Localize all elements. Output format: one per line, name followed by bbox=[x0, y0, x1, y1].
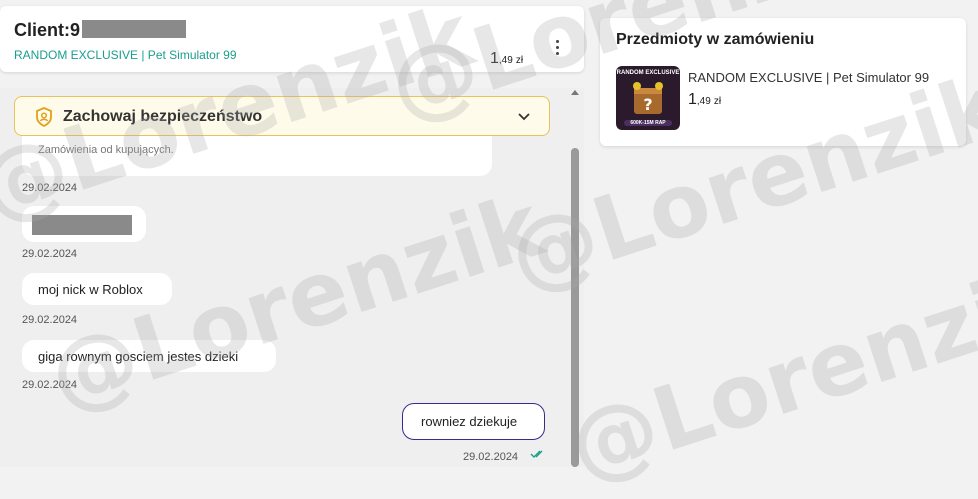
double-check-icon bbox=[530, 450, 543, 458]
message-bubble bbox=[22, 206, 146, 242]
kebab-menu-icon[interactable] bbox=[552, 38, 562, 60]
watermark: @Lorenzik bbox=[556, 243, 978, 499]
message-date: 29.02.2024 bbox=[22, 248, 78, 260]
order-title: Przedmioty w zamówieniu bbox=[616, 31, 815, 48]
client-title: Client:9 bbox=[14, 20, 187, 41]
client-price: 1,49 zł bbox=[490, 50, 524, 67]
redacted-message bbox=[32, 215, 132, 235]
message-date: 29.02.2024 bbox=[463, 451, 519, 463]
redacted-client-name bbox=[82, 20, 187, 39]
message-date: 29.02.2024 bbox=[22, 182, 78, 194]
chevron-down-icon[interactable] bbox=[517, 109, 531, 123]
chat-scrollbar[interactable] bbox=[568, 88, 582, 467]
system-message: Zamówienia od kupujących. bbox=[22, 136, 492, 176]
thumbnail-badge: 600K-15M RAP bbox=[624, 120, 672, 126]
chat-panel: Zamówienia od kupujących. Zachowaj bezpi… bbox=[0, 88, 584, 467]
product-thumbnail[interactable]: RANDOM EXCLUSIVE ? 600K-15M RAP bbox=[616, 66, 680, 130]
sent-message-bubble: rowniez dziekuje bbox=[402, 403, 545, 440]
mystery-box-icon: ? bbox=[633, 82, 663, 114]
svg-text:?: ? bbox=[643, 95, 652, 114]
order-item-price: 1,49 zł bbox=[688, 91, 722, 108]
thumbnail-caption: RANDOM EXCLUSIVE bbox=[616, 70, 680, 76]
scroll-up-icon[interactable] bbox=[571, 90, 579, 95]
message-bubble: giga rownym gosciem jestes dzieki bbox=[22, 340, 276, 372]
order-items-card: Przedmioty w zamówieniu RANDOM EXCLUSIVE… bbox=[600, 18, 966, 146]
security-banner[interactable]: Zachowaj bezpieczeństwo bbox=[14, 96, 550, 136]
message-date: 29.02.2024 bbox=[22, 379, 78, 391]
security-title: Zachowaj bezpieczeństwo bbox=[63, 108, 263, 125]
shield-user-icon bbox=[36, 107, 52, 127]
message-date: 29.02.2024 bbox=[22, 314, 78, 326]
message-bubble: moj nick w Roblox bbox=[22, 273, 172, 305]
order-item-name[interactable]: RANDOM EXCLUSIVE | Pet Simulator 99 bbox=[688, 70, 929, 85]
client-product-link[interactable]: RANDOM EXCLUSIVE | Pet Simulator 99 bbox=[14, 48, 237, 62]
system-message-text: Zamówienia od kupujących. bbox=[38, 144, 174, 156]
client-header-card: Client:9 RANDOM EXCLUSIVE | Pet Simulato… bbox=[0, 6, 584, 72]
scrollbar-thumb[interactable] bbox=[571, 148, 579, 467]
